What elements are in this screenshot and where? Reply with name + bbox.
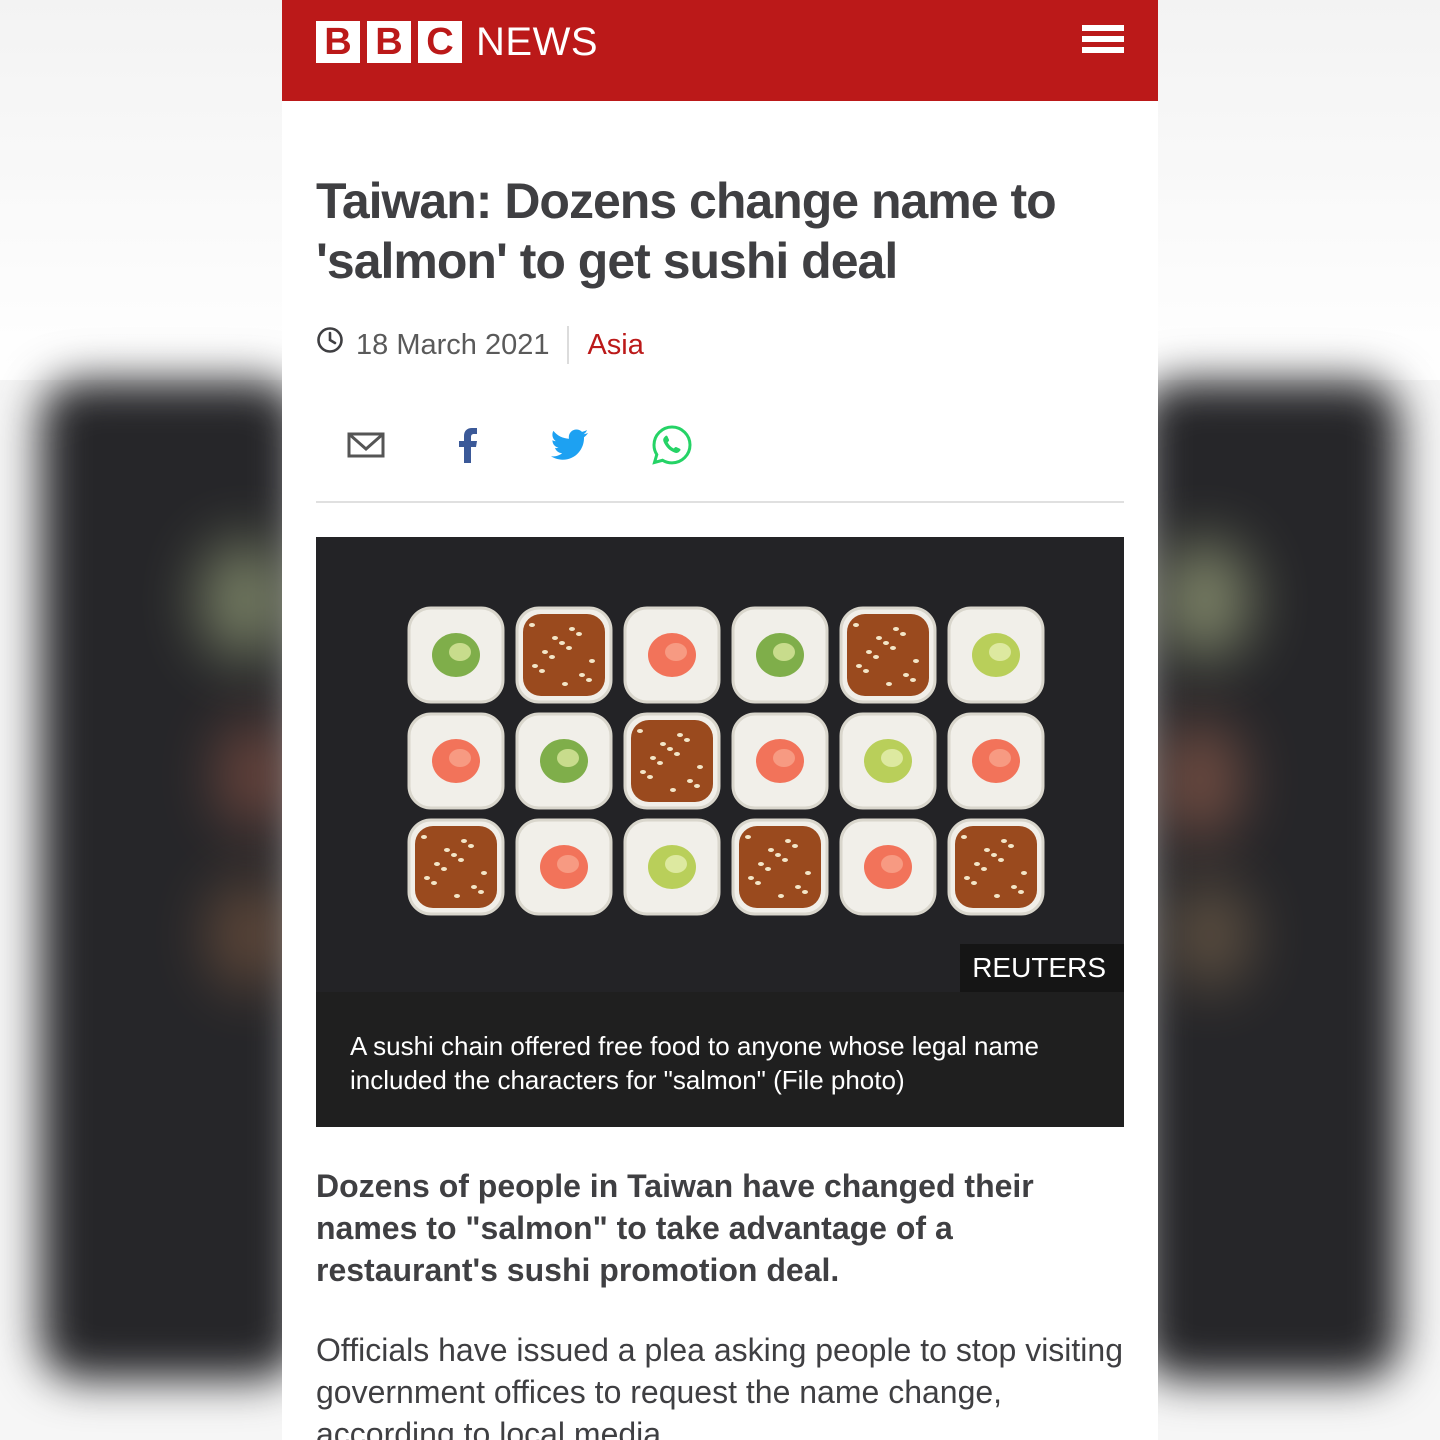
email-icon[interactable] xyxy=(344,423,388,467)
sushi-roll-salmon xyxy=(623,606,721,704)
background-blob xyxy=(1170,880,1250,990)
sushi-photo: REUTERS xyxy=(316,537,1124,992)
background-blob xyxy=(210,880,290,990)
article-figure: REUTERS A sushi chain offered free food … xyxy=(316,537,1124,1127)
article-body-paragraph: Officials have issued a plea asking peop… xyxy=(316,1332,1123,1440)
logo-word: NEWS xyxy=(476,20,598,64)
article-headline: Taiwan: Dozens change name to 'salmon' t… xyxy=(316,173,1057,289)
sushi-roll-salmon xyxy=(839,818,937,916)
sushi-roll-cucumber xyxy=(407,606,505,704)
image-credit: REUTERS xyxy=(960,944,1124,992)
twitter-icon[interactable] xyxy=(548,423,592,467)
logo-letter: C xyxy=(418,21,462,63)
clock-icon xyxy=(317,327,343,353)
sushi-roll-avocado xyxy=(839,712,937,810)
section-link[interactable]: Asia xyxy=(587,326,643,364)
masthead: B B C NEWS xyxy=(282,0,1158,101)
sushi-roll-avocado xyxy=(623,818,721,916)
facebook-icon[interactable] xyxy=(446,423,490,467)
sushi-roll-eel xyxy=(515,606,613,704)
background-photo-right xyxy=(1140,380,1400,1380)
article-date: 18 March 2021 xyxy=(356,326,570,364)
background-photo-left xyxy=(40,380,300,1380)
sushi-roll-salmon xyxy=(407,712,505,810)
article-lede: Dozens of people in Taiwan have changed … xyxy=(316,1168,1034,1288)
background-blob xyxy=(1160,540,1250,660)
share-bar xyxy=(316,423,1124,503)
background-blob xyxy=(220,720,290,830)
sushi-roll-avocado xyxy=(947,606,1045,704)
image-caption: A sushi chain offered free food to anyon… xyxy=(316,992,1124,1127)
sushi-roll-eel xyxy=(407,818,505,916)
sushi-roll-cucumber xyxy=(731,606,829,704)
logo-letter: B xyxy=(316,21,360,63)
whatsapp-icon[interactable] xyxy=(650,423,694,467)
background-blob xyxy=(1160,720,1240,840)
sushi-roll-eel xyxy=(839,606,937,704)
sushi-roll-eel xyxy=(623,712,721,810)
article-content: Taiwan: Dozens change name to 'salmon' t… xyxy=(282,171,1158,1440)
background-blob xyxy=(200,540,290,660)
sushi-roll-eel xyxy=(731,818,829,916)
article-page: B B C NEWS Taiwan: Dozens change name to… xyxy=(282,0,1158,1440)
sushi-roll-salmon xyxy=(515,818,613,916)
sushi-rolls-illustration xyxy=(407,606,1045,916)
article-meta: 18 March 2021 Asia xyxy=(316,325,1124,365)
sushi-roll-eel xyxy=(947,818,1045,916)
sushi-roll-salmon xyxy=(731,712,829,810)
sushi-roll-cucumber xyxy=(515,712,613,810)
sushi-roll-salmon xyxy=(947,712,1045,810)
hamburger-menu-icon[interactable] xyxy=(1082,25,1124,59)
bbc-news-logo[interactable]: B B C NEWS xyxy=(316,21,598,63)
logo-letter: B xyxy=(367,21,411,63)
